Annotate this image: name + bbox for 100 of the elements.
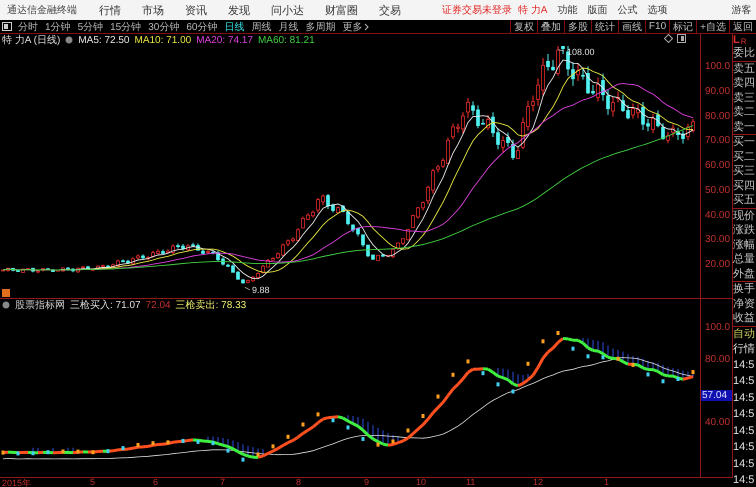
period-tab[interactable]: 5分钟 <box>78 20 104 34</box>
trade-time: 14:5 <box>733 390 756 406</box>
quote-field-label: 总量 <box>733 252 756 266</box>
toolbar-button[interactable]: 画线 <box>618 20 645 33</box>
toolbar-button[interactable]: 统计 <box>590 20 618 33</box>
quote-field-label: 买二 <box>733 150 756 164</box>
quote-field-label: 卖一 <box>733 120 756 134</box>
indicator-value: 三枪卖出: 78.33 <box>176 298 246 312</box>
menu-item[interactable]: 行情 <box>99 2 121 18</box>
trade-time: 14:5 <box>733 407 756 422</box>
low-price-label: 9.88 <box>252 285 270 295</box>
menu-item[interactable]: 公式 <box>617 3 638 17</box>
menu-item[interactable]: 资讯 <box>185 2 207 18</box>
trade-time: 14:5 <box>733 456 756 472</box>
quote-field-label: 卖三 <box>733 90 756 105</box>
trade-time: 14:5 <box>733 424 756 438</box>
toolbar-button[interactable]: F10 <box>644 20 670 33</box>
quote-field-label: 收益 <box>733 311 756 326</box>
indicator-name: 股票指标网 <box>15 298 65 312</box>
panel-tab[interactable]: 自动 <box>733 326 756 342</box>
price-axis-label: 20.00 <box>705 259 730 270</box>
menu-item[interactable]: 交易 <box>379 2 401 18</box>
toolbar-button[interactable]: 多股 <box>564 20 591 33</box>
quote-field-label: 卖二 <box>733 105 756 120</box>
toolbar-button[interactable]: 标记 <box>669 20 696 33</box>
period-tab[interactable]: 60分钟 <box>186 20 218 34</box>
toolbar-button[interactable]: 叠加 <box>536 20 564 33</box>
price-axis-label: 80.00 <box>705 110 730 122</box>
menu-item[interactable]: 发现 <box>228 2 250 18</box>
leader-line <box>244 286 250 290</box>
quote-field-label: 净资 <box>733 296 756 311</box>
quote-field-label: 卖四 <box>733 76 756 90</box>
indicator-value: 72.04 <box>146 300 171 310</box>
panel-tab[interactable]: 行情 <box>733 342 756 356</box>
user-name[interactable]: 游客 <box>731 3 752 17</box>
period-tab[interactable]: 30分钟 <box>148 20 180 34</box>
login-notice: 证券交易未登录 <box>442 4 512 17</box>
period-tab[interactable]: 月线 <box>278 20 298 34</box>
stock-name: 特 力A <box>518 4 548 17</box>
marker-icon <box>2 289 10 297</box>
date-axis-label: 5 <box>90 477 96 487</box>
period-tab[interactable]: 1分钟 <box>45 20 71 34</box>
date-axis-label: 2015年 <box>2 477 32 487</box>
price-axis-label: 30.00 <box>705 234 730 246</box>
menu-item[interactable]: 选项 <box>647 3 668 17</box>
quote-field-label: 买五 <box>733 193 756 208</box>
menu-item[interactable]: 功能 <box>557 3 578 17</box>
price-axis-label: 40.00 <box>705 210 730 220</box>
chart-title: 特 力A (日线) <box>2 34 60 47</box>
indicator-axis-label: 100.0 <box>705 322 730 333</box>
menu-item[interactable]: 版面 <box>587 3 608 17</box>
indicator-axis-label: 80.00 <box>705 354 730 365</box>
price-axis-label: 70.00 <box>705 135 730 146</box>
indicator-axis-label: 40.00 <box>705 416 730 428</box>
menu-item[interactable]: 问小达 <box>271 2 304 18</box>
ma-value: MA20: 74.17 <box>196 34 253 46</box>
date-axis-label: 7 <box>220 477 226 487</box>
quote-field-label: 现价 <box>733 208 756 223</box>
quote-field-label: 卖五 <box>733 62 756 76</box>
ma-value: MA10: 71.00 <box>134 34 192 46</box>
period-tab[interactable]: 分时 <box>18 20 38 34</box>
indicator-value: 三枪买入: 71.07 <box>70 298 141 312</box>
quote-field-label: 涨跌 <box>733 223 756 238</box>
quote-field-label: 换手 <box>733 282 756 296</box>
panel-toggle-icon[interactable] <box>677 34 686 43</box>
price-axis-label: 100.0 <box>705 61 730 72</box>
trade-time: 14:5 <box>733 473 756 487</box>
quote-field-label: 买四 <box>733 178 756 193</box>
menu-item[interactable]: 财富圈 <box>325 2 358 18</box>
trade-time: 14:5 <box>733 440 756 455</box>
date-axis-label: 8 <box>296 477 302 487</box>
menu-item[interactable]: 市场 <box>142 2 164 18</box>
price-axis-label: 50.00 <box>705 184 730 196</box>
trade-time: 14:5 <box>733 358 756 372</box>
date-axis-label: 9 <box>364 477 370 487</box>
toolbar-button[interactable]: 复权 <box>510 20 537 33</box>
date-axis-label: 11 <box>466 477 476 487</box>
date-axis-label: 6 <box>153 477 158 487</box>
panel-toggle-icon[interactable] <box>2 22 12 31</box>
app-name: 通达信金融终端 <box>7 4 77 17</box>
period-tab[interactable]: 更多 <box>342 20 368 34</box>
chevron-right-icon <box>364 22 368 30</box>
logo-letter: L <box>733 34 740 46</box>
quote-field-label: 外盘 <box>733 266 756 281</box>
period-tab[interactable]: 15分钟 <box>110 20 142 34</box>
toolbar-button[interactable]: 返回 <box>729 20 756 33</box>
period-tab[interactable]: 多周期 <box>306 20 336 34</box>
quote-field-label: 委比 <box>733 46 756 60</box>
period-tab[interactable]: 日线 <box>224 20 244 34</box>
price-axis-label: 60.00 <box>705 160 730 171</box>
toolbar-button[interactable]: +自选 <box>696 20 729 33</box>
quote-field-label: 买三 <box>733 164 756 178</box>
period-tab[interactable]: 周线 <box>252 20 272 34</box>
date-axis-label: 1 <box>604 477 610 487</box>
ma-value: MA5: 72.50 <box>78 34 130 46</box>
date-axis-label: 12 <box>533 477 544 487</box>
quote-field-label: 涨幅 <box>733 238 756 252</box>
quote-field-label: 买一 <box>733 135 756 150</box>
trade-time: 14:5 <box>733 374 756 389</box>
logo-letter: R <box>740 37 747 46</box>
